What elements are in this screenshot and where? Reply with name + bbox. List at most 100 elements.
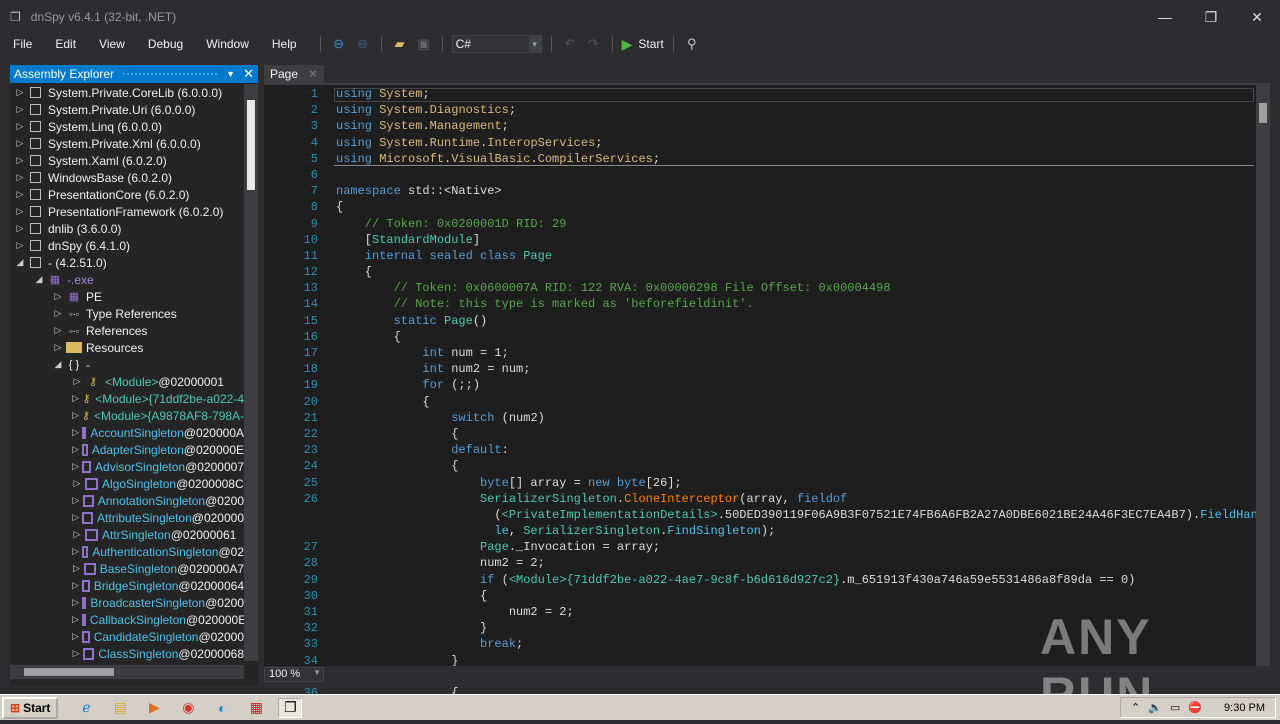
edge-icon[interactable]: ◐ (210, 698, 234, 718)
expand-arrow-icon[interactable]: ▷ (72, 648, 80, 659)
expand-arrow-icon[interactable]: ▷ (53, 308, 63, 319)
tree-node[interactable]: ▷ System.Private.Uri (6.0.0.0) (10, 101, 244, 118)
tree-node[interactable]: ▷ ⚷ <Module> @02000001 (10, 373, 244, 390)
tree-node[interactable]: ▷ System.Linq (6.0.0.0) (10, 118, 244, 135)
explorer-icon[interactable]: ▤ (108, 698, 132, 718)
back-icon[interactable]: ⊖ (330, 35, 348, 53)
search-icon[interactable]: ⚲ (683, 35, 701, 53)
minimize-button[interactable]: — (1142, 0, 1188, 34)
tree-node[interactable]: ▷ AnnotationSingleton @0200 (10, 492, 244, 509)
menu-view[interactable]: View (86, 37, 135, 51)
editor-vertical-scrollbar[interactable] (1256, 85, 1270, 668)
chrome-icon[interactable]: ◉ (176, 698, 200, 718)
tree-node[interactable]: ▷ AttributeSingleton @020000 (10, 509, 244, 526)
tree-node[interactable]: ▷ dnSpy (6.4.1.0) (10, 237, 244, 254)
security-icon[interactable]: ⛔ (1188, 701, 1202, 714)
tree-node[interactable]: ▷ ▫-▫ Type References (10, 305, 244, 322)
tree-node[interactable]: ▷ BroadcasterSingleton @0200 (10, 594, 244, 611)
tree-node[interactable]: ▷ BridgeSingleton @02000064 (10, 577, 244, 594)
expand-arrow-icon[interactable]: ▷ (15, 240, 25, 251)
scroll-thumb[interactable] (1259, 103, 1267, 123)
app-icon[interactable]: ▦ (244, 698, 268, 718)
save-icon[interactable]: ▣ (415, 35, 433, 53)
expand-arrow-icon[interactable]: ▷ (72, 631, 79, 642)
tree-node[interactable]: ▷ ▫-▫ References (10, 322, 244, 339)
menu-debug[interactable]: Debug (135, 37, 193, 51)
expand-arrow-icon[interactable]: ▷ (72, 512, 79, 523)
tree-node[interactable]: ▷ System.Private.Xml (6.0.0.0) (10, 135, 244, 152)
tree-node[interactable]: ▷ ClassSingleton @02000068 (10, 645, 244, 661)
expand-arrow-icon[interactable]: ▷ (72, 427, 79, 438)
tree-node[interactable]: ▷ ▦ PE (10, 288, 244, 305)
tree-vertical-scrollbar[interactable] (244, 84, 258, 661)
start-button[interactable]: ▶ Start (622, 36, 664, 53)
tree-node[interactable]: ▷ System.Xaml (6.0.2.0) (10, 152, 244, 169)
expand-arrow-icon[interactable]: ▷ (53, 342, 63, 353)
expand-arrow-icon[interactable]: ▷ (72, 376, 82, 387)
tree-node[interactable]: ◢ ▦ -.exe (10, 271, 244, 288)
expand-arrow-icon[interactable]: ▷ (15, 155, 25, 166)
tree-node[interactable]: ▷ AlgoSingleton @0200008C (10, 475, 244, 492)
volume-icon[interactable]: 🔈 (1148, 701, 1162, 714)
menu-help[interactable]: Help (259, 37, 307, 51)
clock[interactable]: 9:30 PM (1224, 702, 1265, 714)
tree-node[interactable]: ▷ PresentationCore (6.0.2.0) (10, 186, 244, 203)
expand-arrow-icon[interactable]: ▷ (53, 325, 63, 336)
language-select[interactable]: C# ▼ (451, 35, 542, 53)
expand-arrow-icon[interactable]: ▷ (72, 461, 79, 472)
maximize-button[interactable]: ❐ (1188, 0, 1234, 34)
expand-arrow-icon[interactable]: ▷ (15, 206, 25, 217)
tree-node[interactable]: ▷ AdapterSingleton @020000E (10, 441, 244, 458)
ie-icon[interactable]: ℯ (74, 698, 98, 718)
collapse-arrow-icon[interactable]: ◢ (15, 257, 25, 268)
tree-node[interactable]: ▷ AdvisorSingleton @0200007 (10, 458, 244, 475)
tree-node[interactable]: ▷ AccountSingleton @020000A (10, 424, 244, 441)
tree-horizontal-scrollbar[interactable] (10, 665, 244, 679)
redo-icon[interactable]: ↷ (585, 35, 603, 53)
chevron-up-icon[interactable]: ⌃ (1131, 701, 1140, 714)
tree-node[interactable]: ▷ CandidateSingleton @02000 (10, 628, 244, 645)
expand-arrow-icon[interactable]: ▷ (72, 614, 79, 625)
tree-node[interactable]: ▷ AttrSingleton @02000061 (10, 526, 244, 543)
expand-arrow-icon[interactable]: ▷ (72, 546, 79, 557)
close-icon[interactable]: ✕ (243, 66, 254, 82)
close-icon[interactable]: ✕ (308, 67, 318, 81)
expand-arrow-icon[interactable]: ▷ (72, 410, 79, 421)
expand-arrow-icon[interactable]: ▷ (72, 580, 79, 591)
tree-node[interactable]: ▷ ⚷ <Module>{71ddf2be-a022-4 (10, 390, 244, 407)
tree-node[interactable]: ▷ ⚷ <Module>{A9878AF8-798A- (10, 407, 244, 424)
tree-node[interactable]: ▷ CallbackSingleton @020000E (10, 611, 244, 628)
media-player-icon[interactable]: ▶ (142, 698, 166, 718)
expand-arrow-icon[interactable]: ▷ (15, 104, 25, 115)
scroll-thumb[interactable] (24, 668, 114, 676)
expand-arrow-icon[interactable]: ▷ (53, 291, 63, 302)
expand-arrow-icon[interactable]: ▷ (15, 172, 25, 183)
network-icon[interactable]: ▭ (1170, 701, 1180, 714)
expand-arrow-icon[interactable]: ▷ (72, 393, 79, 404)
expand-arrow-icon[interactable]: ▷ (72, 444, 79, 455)
code-editor[interactable]: 1 using System; 2 using System.Diagnostics;… (264, 83, 1270, 700)
tab-page[interactable]: Page ✕ (264, 65, 325, 83)
expand-arrow-icon[interactable]: ▷ (72, 597, 79, 608)
tree-node[interactable]: ▷ AuthenticationSingleton @02 (10, 543, 244, 560)
undo-icon[interactable]: ↶ (561, 35, 579, 53)
drag-grip[interactable] (122, 71, 219, 77)
tree-node[interactable]: ▷ dnlib (3.6.0.0) (10, 220, 244, 237)
tree-node[interactable]: ▷ BaseSingleton @020000A7 (10, 560, 244, 577)
expand-arrow-icon[interactable]: ▷ (15, 87, 25, 98)
chevron-down-icon[interactable]: ▼ (226, 69, 235, 79)
zoom-select[interactable]: 100 % ▼ (264, 667, 324, 682)
tree-node[interactable]: ▷ System.Private.CoreLib (6.0.0.0) (10, 84, 244, 101)
start-button[interactable]: ⊞ Start (2, 696, 59, 719)
tree-node[interactable]: ▷ WindowsBase (6.0.2.0) (10, 169, 244, 186)
menu-edit[interactable]: Edit (42, 37, 86, 51)
expand-arrow-icon[interactable]: ▷ (15, 138, 25, 149)
menu-window[interactable]: Window (193, 37, 259, 51)
expand-arrow-icon[interactable]: ▷ (15, 189, 25, 200)
scroll-thumb[interactable] (247, 100, 255, 190)
expand-arrow-icon[interactable]: ▷ (72, 563, 81, 574)
dnspy-task-icon[interactable]: ❐ (278, 697, 303, 718)
expand-arrow-icon[interactable]: ▷ (72, 478, 82, 489)
tree-node[interactable]: ▷ Resources (10, 339, 244, 356)
tree-node[interactable]: ▷ PresentationFramework (6.0.2.0) (10, 203, 244, 220)
